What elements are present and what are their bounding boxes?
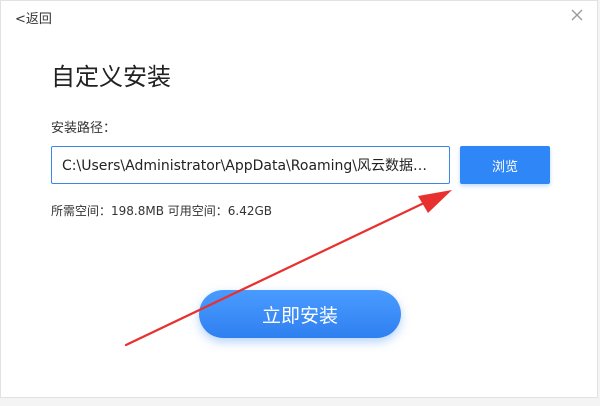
install-now-button[interactable]: 立即安装 <box>199 290 401 338</box>
close-button[interactable] <box>567 5 587 25</box>
install-path-input[interactable] <box>51 146 450 184</box>
install-path-label: 安装路径： <box>51 121 117 136</box>
page-title: 自定义安装 <box>51 63 171 91</box>
disk-space-info: 所需空间：198.8MB 可用空间：6.42GB <box>51 204 273 218</box>
install-dialog: <返回 自定义安装 安装路径： 浏览 所需空间：198.8MB 可用空间：6.4… <box>0 0 598 398</box>
close-icon <box>571 9 583 21</box>
browse-button[interactable]: 浏览 <box>460 146 550 184</box>
back-link[interactable]: <返回 <box>15 8 52 27</box>
